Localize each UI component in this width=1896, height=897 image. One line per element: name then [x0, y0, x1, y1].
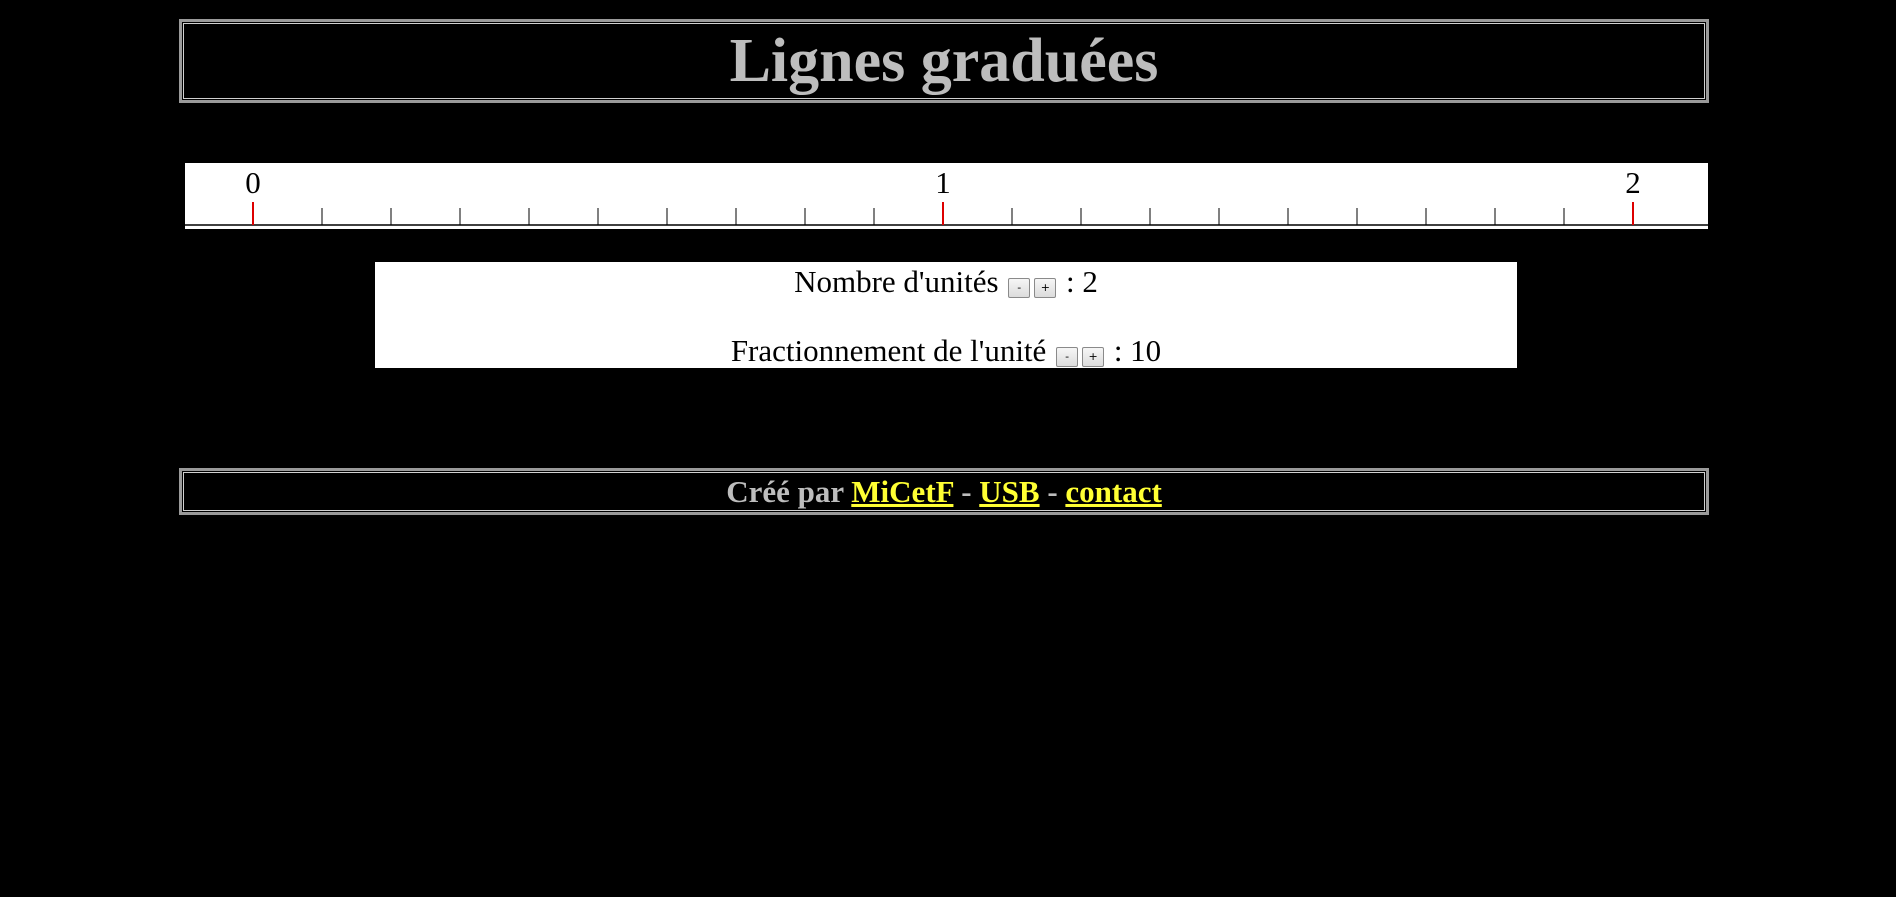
- tick-label: 2: [1625, 165, 1641, 200]
- fraction-value: : 10: [1113, 333, 1162, 368]
- title-banner: Lignes graduées: [179, 19, 1709, 103]
- units-control-row: Nombre d'unités - + : 2: [375, 262, 1517, 302]
- fraction-decrease-button[interactable]: -: [1056, 346, 1079, 367]
- footer-banner: Créé par MiCetF - USB - contact: [179, 468, 1709, 515]
- units-decrease-button[interactable]: -: [1008, 277, 1031, 298]
- units-value: : 2: [1066, 264, 1098, 299]
- fraction-label: Fractionnement de l'unité: [730, 333, 1047, 368]
- graduated-line: 0 1 2: [185, 163, 1708, 229]
- tick-label: 0: [245, 165, 261, 200]
- footer-separator: -: [961, 474, 972, 509]
- graduated-line-svg: 0 1 2: [185, 165, 1708, 226]
- footer-prefix: Créé par: [726, 474, 844, 509]
- micetf-link[interactable]: MiCetF: [851, 474, 953, 509]
- fraction-increase-button[interactable]: +: [1082, 346, 1105, 367]
- units-label: Nombre d'unités: [794, 264, 999, 299]
- controls-panel: Nombre d'unités - + : 2 Fractionnement de…: [375, 262, 1517, 368]
- fraction-control-row: Fractionnement de l'unité - + : 10: [375, 331, 1517, 371]
- usb-link[interactable]: USB: [979, 474, 1039, 509]
- units-increase-button[interactable]: +: [1034, 277, 1057, 298]
- footer-separator: -: [1047, 474, 1058, 509]
- footer-credits: Créé par MiCetF - USB - contact: [182, 471, 1706, 512]
- page-title: Lignes graduées: [729, 27, 1159, 95]
- contact-link[interactable]: contact: [1065, 474, 1161, 509]
- tick-label: 1: [935, 165, 951, 200]
